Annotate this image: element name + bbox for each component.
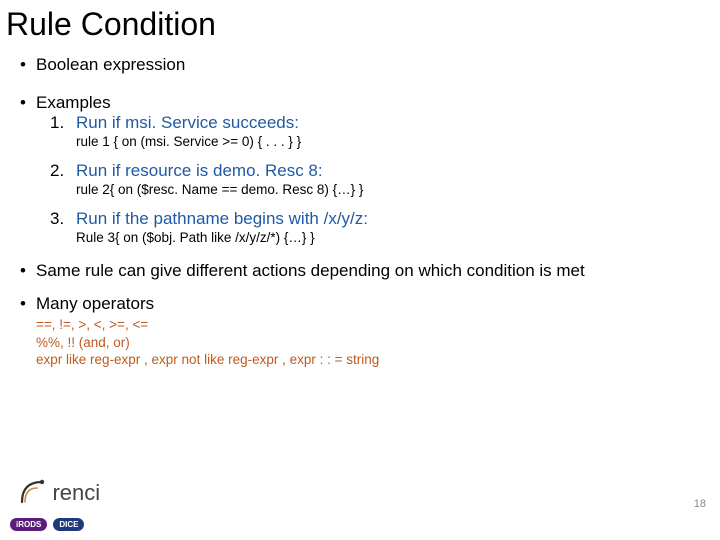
example-2: Run if resource is demo. Resc 8: rule 2{…	[76, 161, 712, 199]
bullet-same-rule: Same rule can give different actions dep…	[36, 261, 712, 281]
irods-badge: iRODS	[10, 518, 47, 531]
renci-arc-icon	[18, 474, 50, 506]
example-1: Run if msi. Service succeeds: rule 1 { o…	[76, 113, 712, 151]
examples-label: Examples	[36, 93, 111, 112]
operators-line3: expr like reg-expr , expr not like reg-e…	[36, 351, 712, 369]
operators-line1: ==, !=, >, <, >=, <=	[36, 316, 712, 334]
bullet-many-operators: Many operators ==, !=, >, <, >=, <= %%, …	[36, 294, 712, 369]
page-number: 18	[694, 498, 706, 510]
example-3-title: Run if the pathname begins with /x/y/z:	[76, 209, 368, 228]
example-2-code: rule 2{ on ($resc. Name == demo. Resc 8)…	[76, 182, 712, 199]
example-3-code: Rule 3{ on ($obj. Path like /x/y/z/*) {……	[76, 230, 712, 247]
example-1-code: rule 1 { on (msi. Service >= 0) { . . . …	[76, 134, 712, 151]
example-2-title: Run if resource is demo. Resc 8:	[76, 161, 323, 180]
bullet-boolean: Boolean expression	[36, 55, 712, 75]
slide-title: Rule Condition	[0, 0, 720, 47]
renci-logo: renci	[18, 474, 100, 506]
slide-content: Boolean expression Examples Run if msi. …	[0, 47, 720, 369]
renci-text: renci	[52, 480, 100, 506]
operators-line2: %%, !! (and, or)	[36, 334, 712, 352]
example-3: Run if the pathname begins with /x/y/z: …	[76, 209, 712, 247]
operators-block: ==, !=, >, <, >=, <= %%, !! (and, or) ex…	[36, 316, 712, 369]
bullet-examples: Examples Run if msi. Service succeeds: r…	[36, 93, 712, 247]
footer-badges: iRODS DICE	[10, 518, 84, 531]
many-operators-label: Many operators	[36, 294, 154, 313]
dice-badge: DICE	[53, 518, 84, 531]
example-1-title: Run if msi. Service succeeds:	[76, 113, 299, 132]
